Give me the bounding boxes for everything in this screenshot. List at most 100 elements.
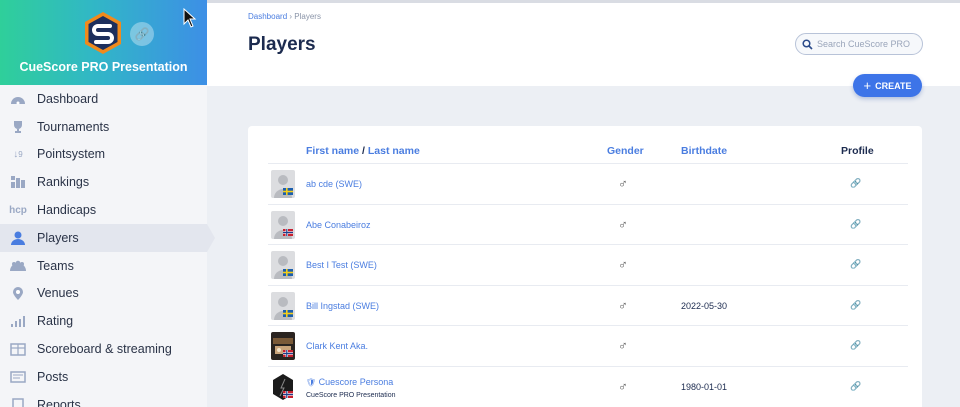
sidebar-item-reports[interactable]: Reports: [0, 391, 207, 407]
sidebar-item-players[interactable]: Players: [0, 223, 215, 252]
sidebar-item-rating[interactable]: Rating: [0, 307, 207, 335]
player-name-link[interactable]: Clark Kent Aka.: [306, 341, 368, 351]
trophy-icon: [9, 119, 27, 135]
link-icon[interactable]: 🔗: [130, 22, 154, 46]
breadcrumb-separator: ›: [289, 12, 293, 21]
scoreboard-icon: [9, 341, 27, 357]
sidebar-item-posts[interactable]: Posts: [0, 363, 207, 391]
sidebar-item-venues[interactable]: Venues: [0, 280, 207, 308]
sidebar-item-label: Handicaps: [37, 203, 97, 218]
sidebar-item-handicaps[interactable]: hcp Handicaps: [0, 196, 207, 224]
birthdate: 1980-01-01: [681, 381, 728, 392]
sidebar-item-scoreboard[interactable]: Scoreboard & streaming: [0, 335, 207, 363]
col-name-header: First name / Last name: [306, 145, 420, 157]
org-name: CueScore PRO Presentation: [19, 60, 188, 74]
gender-male-icon: ♂: [618, 216, 628, 232]
flag-norway-icon: [283, 350, 293, 357]
sidebar-item-rankings[interactable]: Rankings: [0, 168, 207, 196]
table-header: First name / Last name Gender Birthdate …: [248, 126, 922, 163]
posts-icon: [9, 369, 27, 385]
profile-link-icon[interactable]: 🔗: [850, 300, 861, 311]
breadcrumb-dashboard-link[interactable]: Dashboard: [248, 12, 287, 21]
player-name-link[interactable]: Bill Ingstad (SWE): [306, 301, 379, 311]
profile-link-icon[interactable]: 🔗: [850, 259, 861, 270]
players-table-card: First name / Last name Gender Birthdate …: [248, 126, 922, 407]
create-button[interactable]: + CREATE: [853, 74, 922, 97]
gender-male-icon: ♂: [618, 176, 628, 191]
sidebar-item-label: Reports: [37, 397, 81, 407]
profile-link-icon[interactable]: 🔗: [850, 219, 861, 230]
gender-male-icon: ♂: [618, 257, 628, 272]
sidebar-item-label: Scoreboard & streaming: [37, 342, 172, 357]
flag-norway-icon: [283, 228, 293, 236]
reports-icon: [9, 397, 27, 407]
sidebar-item-label: Teams: [37, 258, 74, 273]
col-gender-header[interactable]: Gender: [607, 145, 644, 157]
flag-sweden-icon: [283, 188, 293, 195]
flag-sweden-icon: [283, 269, 293, 276]
flag-sweden-icon: [283, 309, 293, 317]
page-title: Players: [248, 34, 316, 55]
sidebar-item-label: Dashboard: [37, 91, 99, 106]
breadcrumb-current: Players: [294, 12, 321, 21]
table-row[interactable]: Best I Test (SWE) ♂ 🔗: [268, 244, 908, 285]
sidebar-item-label: Rankings: [37, 175, 90, 190]
breadcrumb: Dashboard › Players: [248, 12, 321, 21]
map-pin-icon: [9, 285, 27, 301]
sidebar-item-dashboard[interactable]: Dashboard: [0, 85, 207, 113]
sidebar-item-label: Rating: [37, 314, 74, 329]
player-icon: [9, 230, 27, 246]
player-name-text: Cuescore Persona: [318, 376, 394, 387]
col-separator: /: [362, 145, 365, 157]
sidebar-item-label: Players: [37, 230, 79, 245]
sidebar-item-tournaments[interactable]: Tournaments: [0, 113, 207, 141]
col-birthdate-header[interactable]: Birthdate: [681, 145, 727, 157]
verified-shield-icon: 🛡: [306, 377, 317, 387]
sort-numeric-icon: ↓ 9: [13, 148, 23, 160]
sidebar-nav: Dashboard Tournaments ↓ 9 Pointsystem Ran…: [0, 85, 215, 407]
table-row[interactable]: Clark Kent Aka. ♂ 🔗: [268, 325, 908, 366]
create-button-label: CREATE: [875, 80, 912, 91]
sidebar-item-label: Tournaments: [37, 119, 110, 134]
rankings-icon: [9, 174, 27, 190]
gender-male-icon: ♂: [618, 338, 628, 353]
table-row[interactable]: 🛡 Cuescore Persona CueScore PRO Presenta…: [268, 365, 908, 407]
sidebar-item-pointsystem[interactable]: ↓ 9 Pointsystem: [0, 141, 207, 169]
sort-first-name[interactable]: First name: [306, 145, 359, 157]
table-row[interactable]: Bill Ingstad (SWE) ♂ 2022-05-30 🔗: [268, 284, 908, 326]
sidebar-item-label: Pointsystem: [37, 147, 106, 162]
dashboard-icon: [9, 91, 27, 107]
col-profile-header: Profile: [841, 145, 874, 157]
gender-male-icon: ♂: [618, 378, 628, 394]
gender-male-icon: ♂: [618, 297, 628, 313]
hcp-icon: hcp: [9, 204, 27, 216]
teams-icon: [9, 258, 27, 274]
table-row[interactable]: ab cde (SWE) ♂ 🔗: [268, 163, 908, 204]
player-name-link[interactable]: Best I Test (SWE): [306, 260, 377, 270]
table-row[interactable]: Abe Conabeiroz ♂ 🔗: [268, 203, 908, 245]
rating-icon: [9, 313, 27, 329]
profile-link-icon[interactable]: 🔗: [850, 340, 861, 351]
birthdate: 2022-05-30: [681, 300, 728, 311]
search-input[interactable]: [817, 39, 917, 49]
player-name-link[interactable]: 🛡 Cuescore Persona: [306, 377, 393, 387]
player-name-link[interactable]: Abe Conabeiroz: [306, 220, 371, 230]
sidebar-header: 🔗 CueScore PRO Presentation: [0, 0, 207, 85]
sort-last-name[interactable]: Last name: [368, 145, 420, 157]
search-box[interactable]: [795, 33, 923, 55]
cuescore-logo-icon[interactable]: [83, 11, 123, 55]
sidebar-item-label: Posts: [37, 369, 69, 384]
player-organization: CueScore PRO Presentation: [306, 391, 396, 399]
sidebar-item-label: Venues: [37, 286, 79, 301]
search-icon: [802, 38, 813, 50]
sidebar: 🔗 CueScore PRO Presentation Dashboard To…: [0, 0, 215, 407]
page-header: Dashboard › Players Players: [207, 0, 960, 86]
mouse-cursor-icon: [183, 8, 197, 28]
player-name-link[interactable]: ab cde (SWE): [306, 179, 362, 189]
sidebar-item-teams[interactable]: Teams: [0, 252, 207, 280]
plus-icon: +: [863, 78, 872, 93]
profile-link-icon[interactable]: 🔗: [850, 178, 861, 189]
profile-link-icon[interactable]: 🔗: [850, 381, 861, 392]
flag-norway-icon: [283, 390, 293, 398]
players-rows: ab cde (SWE) ♂ 🔗 Abe Conabeiroz ♂ 🔗 Best…: [268, 163, 908, 406]
